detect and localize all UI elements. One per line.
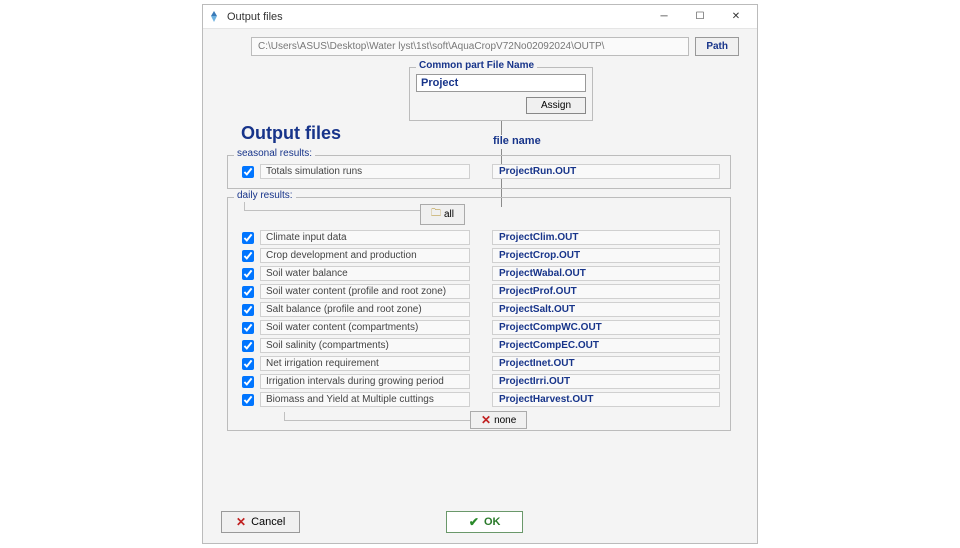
- daily-label: Salt balance (profile and root zone): [260, 302, 470, 317]
- folder-icon: 🗀: [431, 206, 441, 223]
- daily-file: ProjectHarvest.OUT: [492, 392, 720, 407]
- daily-row: Soil water content (compartments) Project…: [236, 319, 722, 336]
- common-part-group: Common part File Name Assign: [409, 67, 593, 121]
- daily-label: Irrigation intervals during growing peri…: [260, 374, 470, 389]
- x-icon: ✕: [236, 515, 246, 529]
- path-display: C:\Users\ASUS\Desktop\Water lyst\1st\sof…: [251, 37, 689, 56]
- daily-checkbox[interactable]: [242, 394, 254, 406]
- daily-checkbox[interactable]: [242, 322, 254, 334]
- daily-file: ProjectCrop.OUT: [492, 248, 720, 263]
- daily-checkbox[interactable]: [242, 250, 254, 262]
- daily-label: Soil water content (compartments): [260, 320, 470, 335]
- path-button[interactable]: Path: [695, 37, 739, 56]
- ok-button[interactable]: ✔ OK: [446, 511, 524, 533]
- cancel-button[interactable]: ✕ Cancel: [221, 511, 300, 533]
- dialog-content: C:\Users\ASUS\Desktop\Water lyst\1st\sof…: [203, 29, 757, 543]
- daily-label: Biomass and Yield at Multiple cuttings: [260, 392, 470, 407]
- daily-row: Salt balance (profile and root zone) Proj…: [236, 301, 722, 318]
- seasonal-row: Totals simulation runs ProjectRun.OUT: [236, 163, 722, 180]
- maximize-button[interactable]: ☐: [683, 6, 717, 28]
- daily-checkbox[interactable]: [242, 376, 254, 388]
- page-heading: Output files: [241, 123, 341, 144]
- daily-row: Crop development and production ProjectCr…: [236, 247, 722, 264]
- daily-file: ProjectClim.OUT: [492, 230, 720, 245]
- daily-row: Soil salinity (compartments) ProjectCompE…: [236, 337, 722, 354]
- daily-row: Climate input data ProjectClim.OUT: [236, 229, 722, 246]
- daily-row: Irrigation intervals during growing peri…: [236, 373, 722, 390]
- daily-row: Soil water balance ProjectWabal.OUT: [236, 265, 722, 282]
- daily-label: Soil salinity (compartments): [260, 338, 470, 353]
- seasonal-checkbox[interactable]: [242, 166, 254, 178]
- select-none-button[interactable]: ✕ none: [470, 411, 527, 429]
- daily-file: ProjectIrri.OUT: [492, 374, 720, 389]
- cancel-label: Cancel: [251, 516, 285, 528]
- x-icon: ✕: [481, 413, 491, 427]
- daily-file: ProjectCompEC.OUT: [492, 338, 720, 353]
- daily-file: ProjectCompWC.OUT: [492, 320, 720, 335]
- daily-row: Net irrigation requirement ProjectInet.OU…: [236, 355, 722, 372]
- seasonal-file: ProjectRun.OUT: [492, 164, 720, 179]
- assign-button[interactable]: Assign: [526, 97, 586, 114]
- daily-checkbox[interactable]: [242, 340, 254, 352]
- daily-row: Biomass and Yield at Multiple cuttings Pr…: [236, 391, 722, 408]
- titlebar: Output files ─ ☐ ✕: [203, 5, 757, 29]
- daily-file: ProjectProf.OUT: [492, 284, 720, 299]
- daily-file: ProjectSalt.OUT: [492, 302, 720, 317]
- output-files-dialog: Output files ─ ☐ ✕ C:\Users\ASUS\Desktop…: [202, 4, 758, 544]
- select-all-button[interactable]: 🗀 all: [420, 204, 465, 225]
- daily-results-group: daily results: 🗀 all Climate input dataP…: [227, 197, 731, 431]
- seasonal-label: Totals simulation runs: [260, 164, 470, 179]
- daily-checkbox[interactable]: [242, 304, 254, 316]
- close-button[interactable]: ✕: [719, 6, 753, 28]
- none-button-label: none: [494, 415, 516, 426]
- seasonal-legend: seasonal results:: [234, 148, 315, 159]
- check-icon: ✔: [469, 515, 479, 529]
- daily-file: ProjectWabal.OUT: [492, 266, 720, 281]
- window-title: Output files: [227, 11, 647, 23]
- daily-label: Climate input data: [260, 230, 470, 245]
- seasonal-results-group: seasonal results: Totals simulation runs…: [227, 155, 731, 189]
- minimize-button[interactable]: ─: [647, 6, 681, 28]
- daily-row: Soil water content (profile and root zon…: [236, 283, 722, 300]
- app-icon: [207, 10, 221, 24]
- daily-checkbox[interactable]: [242, 286, 254, 298]
- daily-checkbox[interactable]: [242, 358, 254, 370]
- daily-checkbox[interactable]: [242, 268, 254, 280]
- ok-label: OK: [484, 516, 501, 528]
- common-part-input[interactable]: [416, 74, 586, 92]
- daily-label: Soil water content (profile and root zon…: [260, 284, 470, 299]
- daily-label: Crop development and production: [260, 248, 470, 263]
- daily-label: Net irrigation requirement: [260, 356, 470, 371]
- filename-header: file name: [493, 135, 541, 147]
- common-part-legend: Common part File Name: [416, 60, 537, 71]
- all-button-label: all: [444, 209, 454, 220]
- daily-checkbox[interactable]: [242, 232, 254, 244]
- daily-label: Soil water balance: [260, 266, 470, 281]
- daily-legend: daily results:: [234, 190, 296, 201]
- daily-file: ProjectInet.OUT: [492, 356, 720, 371]
